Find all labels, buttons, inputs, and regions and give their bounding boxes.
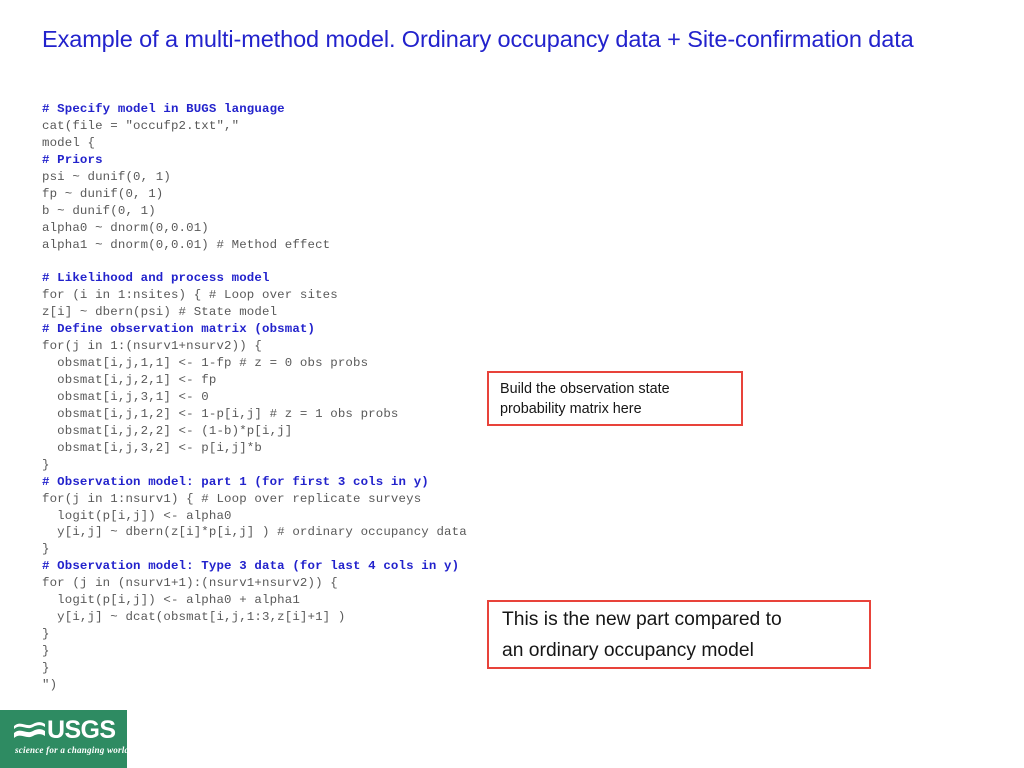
callout-observation-matrix-line-2: probability matrix here xyxy=(500,400,642,417)
code-line: } xyxy=(42,542,50,557)
code-line: obsmat[i,j,3,2] <- p[i,j]*b xyxy=(42,440,262,455)
code-line: fp ~ dunif(0, 1) xyxy=(42,186,164,201)
usgs-logo-inner: USGS science for a changing world xyxy=(14,716,127,759)
code-comment-line: # Observation model: part 1 (for first 3… xyxy=(42,474,429,489)
code-line: for (i in 1:nsites) { # Loop over sites xyxy=(42,288,338,303)
usgs-logo: USGS science for a changing world xyxy=(0,710,127,768)
code-line: alpha1 ~ dnorm(0,0.01) # Method effect xyxy=(42,237,331,252)
usgs-wordmark: USGS xyxy=(47,716,116,744)
code-line: ") xyxy=(42,677,58,692)
code-line: logit(p[i,j]) <- alpha0 xyxy=(42,508,232,523)
code-line: for (j in (nsurv1+1):(nsurv1+nsurv2)) { xyxy=(42,576,338,591)
callout-new-part-line-1: This is the new part compared to xyxy=(502,608,782,630)
code-line: b ~ dunif(0, 1) xyxy=(42,203,156,218)
code-line: for(j in 1:nsurv1) { # Loop over replica… xyxy=(42,491,422,506)
code-line: obsmat[i,j,1,1] <- 1-fp # z = 0 obs prob… xyxy=(42,356,369,371)
callout-new-part-line-2: an ordinary occupancy model xyxy=(502,639,754,661)
code-line: model { xyxy=(42,135,96,150)
code-comment-line: # Observation model: Type 3 data (for la… xyxy=(42,559,460,574)
code-line: } xyxy=(42,457,50,472)
code-line: psi ~ dunif(0, 1) xyxy=(42,169,171,184)
code-line: alpha0 ~ dnorm(0,0.01) xyxy=(42,220,209,235)
code-comment-line: # Priors xyxy=(42,152,103,167)
code-comment-line: # Specify model in BUGS language xyxy=(42,102,285,116)
usgs-tagline: science for a changing world xyxy=(15,745,127,755)
slide-canvas: Example of a multi-method model. Ordinar… xyxy=(0,0,1024,768)
code-line: z[i] ~ dbern(psi) # State model xyxy=(42,305,278,320)
code-line: cat(file = "occufp2.txt"," xyxy=(42,118,240,133)
code-line: for(j in 1:(nsurv1+nsurv2)) { xyxy=(42,339,262,354)
code-comment-line: # Likelihood and process model xyxy=(42,271,270,286)
callout-new-part: This is the new part compared to an ordi… xyxy=(487,600,871,669)
code-comment-line: # Define observation matrix (obsmat) xyxy=(42,322,316,337)
callout-observation-matrix: Build the observation state probability … xyxy=(487,371,743,426)
callout-observation-matrix-line-1: Build the observation state xyxy=(500,380,670,397)
page-title: Example of a multi-method model. Ordinar… xyxy=(42,26,914,52)
usgs-wave-icon xyxy=(14,719,45,744)
code-line: y[i,j] ~ dbern(z[i]*p[i,j] ) # ordinary … xyxy=(42,525,467,540)
